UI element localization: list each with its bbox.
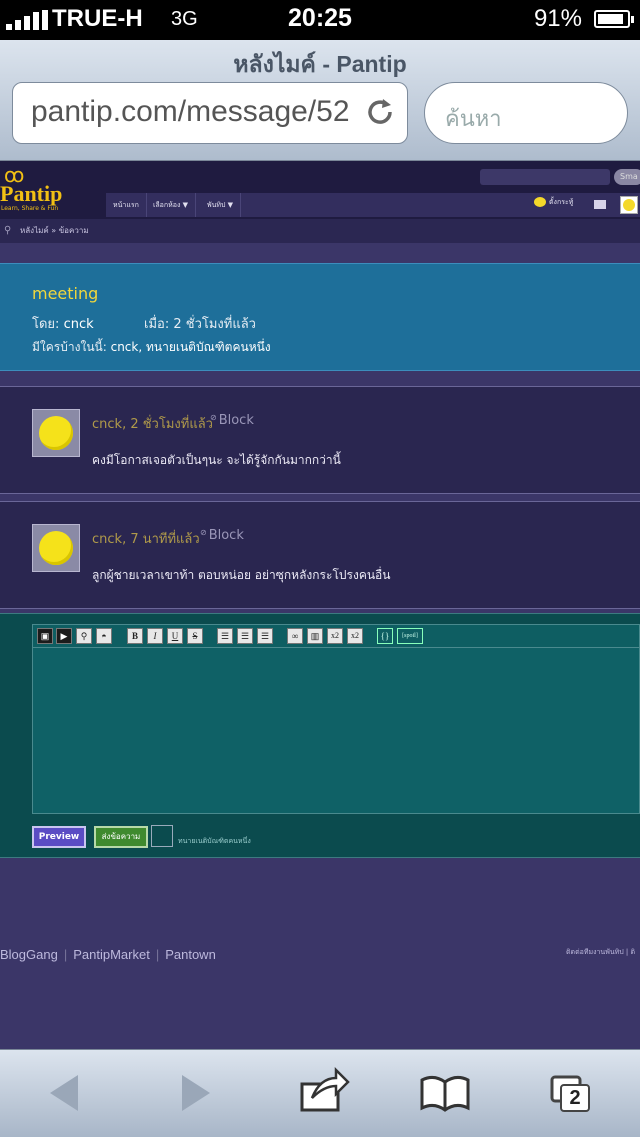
topic-author: โดย: cnck (32, 313, 94, 334)
site-search-button[interactable]: Sma (614, 169, 640, 185)
new-topic-link[interactable]: ตั้งกระทู้ (534, 197, 573, 208)
logo-word: Pantip (0, 181, 63, 206)
insert-video-icon[interactable]: ▶ (56, 628, 72, 644)
insert-emoticon-icon[interactable]: ◓ (96, 628, 112, 644)
author-name[interactable]: cnck (64, 317, 94, 332)
send-button[interactable]: ส่งข้อความ (94, 826, 148, 848)
footer-links: BlogGang | PantipMarket | Pantown (0, 947, 216, 962)
comment-meta: cnck, 2 ชั่วโมงที่แล้ว (92, 417, 213, 432)
footer-link-pantipmarket[interactable]: PantipMarket (73, 947, 150, 962)
participants-names[interactable]: cnck, ทนายเนติบัณฑิตคนหนึ่ง (111, 340, 271, 354)
topic-title: meeting (32, 284, 99, 303)
link-icon[interactable]: ∞ (287, 628, 303, 644)
site-nav: หน้าแรก เลือกห้อง ▼ พันทิป ▼ ตั้งกระทู้ (106, 193, 640, 217)
address-bar[interactable]: pantip.com/message/52 (12, 82, 408, 144)
table-icon[interactable]: ▥ (307, 628, 323, 644)
time-value: 2 ชั่วโมงที่แล้ว (173, 317, 256, 332)
message-topic: meeting โดย: cnck เมื่อ: 2 ชั่วโมงที่แล้… (0, 263, 640, 371)
topic-participants: มีใครบ้างในนี้: cnck, ทนายเนติบัณฑิตคนหน… (32, 338, 271, 357)
comment-item: cnck, 2 ชั่วโมงที่แล้ว Block คงมีโอกาสเจ… (0, 386, 640, 494)
align-right-icon[interactable]: ☰ (257, 628, 273, 644)
browser-bottom-bar (0, 1049, 640, 1137)
strike-button[interactable]: S (187, 628, 203, 644)
footer-contact[interactable]: ติดต่อทีมงานพันทิป | ติ (566, 947, 635, 958)
tab-count[interactable]: 2 (560, 1084, 590, 1112)
back-icon[interactable] (44, 1050, 86, 1137)
page-title: หลังไมค์ - Pantip (233, 51, 407, 77)
location-pin-icon: ⚲ (4, 225, 12, 236)
web-page: ꝏ Pantip Learn, Share & Fun Sma หน้าแรก … (0, 161, 640, 1049)
comment-avatar[interactable] (32, 409, 80, 457)
block-link[interactable]: Block (200, 528, 244, 543)
message-textarea[interactable] (32, 648, 640, 814)
post-as-avatar[interactable] (151, 825, 173, 847)
pantip-logo[interactable]: ꝏ Pantip Learn, Share & Fun (0, 163, 80, 215)
nav-pantip[interactable]: พันทิป ▼ (200, 193, 242, 217)
subscript-button[interactable]: x2 (347, 628, 363, 644)
nav-choose-room[interactable]: เลือกห้อง ▼ (146, 193, 196, 217)
code-button[interactable]: {} (377, 628, 393, 644)
bold-button[interactable]: B (127, 628, 143, 644)
battery-percent: 91% (533, 5, 582, 32)
topic-time: เมื่อ: 2 ชั่วโมงที่แล้ว (144, 313, 256, 334)
user-avatar[interactable] (620, 196, 638, 214)
url-text: pantip.com/message/52 (31, 95, 350, 128)
search-placeholder: ค้นหา (445, 107, 502, 132)
site-search-input[interactable] (480, 169, 610, 185)
smiley-icon (534, 197, 546, 207)
insert-map-icon[interactable]: ⚲ (76, 628, 92, 644)
comment-meta: cnck, 7 นาทีที่แล้ว (92, 532, 200, 547)
underline-button[interactable]: U (167, 628, 183, 644)
align-left-icon[interactable]: ☰ (217, 628, 233, 644)
forward-icon[interactable] (174, 1050, 216, 1137)
italic-button[interactable]: I (147, 628, 163, 644)
comment-avatar[interactable] (32, 524, 80, 572)
reply-editor: ▣ ▶ ⚲ ◓ B I U S ☰ ☰ ☰ ∞ ▥ x2 x2 {} [spoi… (0, 613, 640, 858)
post-as-name: ทนายเนติบัณฑิตคนหนึ่ง (178, 837, 251, 845)
battery-icon (594, 10, 634, 28)
author-label: โดย: (32, 317, 60, 332)
breadcrumb-text[interactable]: หลังไมค์ » ข้อความ (20, 219, 89, 243)
status-bar: TRUE-H 3G 20:25 91% (0, 0, 640, 40)
browser-top-bar: หลังไมค์ - Pantip pantip.com/message/52 … (0, 40, 640, 161)
breadcrumb: ⚲ หลังไมค์ » ข้อความ (0, 219, 640, 243)
search-input[interactable]: ค้นหา (424, 82, 628, 144)
superscript-button[interactable]: x2 (327, 628, 343, 644)
comment-text: ลูกผู้ชายเวลาเขาท้า ตอบหน่อย อย่าซุกหลัง… (92, 568, 391, 582)
bookmarks-icon[interactable] (418, 1050, 472, 1137)
footer-link-bloggang[interactable]: BlogGang (0, 947, 58, 962)
logo-tagline: Learn, Share & Fun (1, 205, 59, 212)
participants-label: มีใครบ้างในนี้: (32, 340, 107, 354)
reload-icon[interactable] (363, 95, 397, 129)
insert-image-icon[interactable]: ▣ (37, 628, 53, 644)
time-label: เมื่อ: (144, 317, 170, 332)
new-topic-label: ตั้งกระทู้ (549, 198, 574, 206)
editor-toolbar: ▣ ▶ ⚲ ◓ B I U S ☰ ☰ ☰ ∞ ▥ x2 x2 {} [spoi… (32, 624, 640, 648)
comment-item: cnck, 7 นาทีที่แล้ว Block ลูกผู้ชายเวลาเ… (0, 501, 640, 609)
spoil-button[interactable]: [spoil] (397, 628, 423, 644)
mail-icon[interactable] (594, 200, 606, 209)
comment-text: คงมีโอกาสเจอตัวเป็นๆนะ จะได้รู้จักกันมาก… (92, 453, 341, 467)
share-icon[interactable] (298, 1050, 352, 1137)
nav-home[interactable]: หน้าแรก (106, 193, 147, 217)
block-link[interactable]: Block (210, 413, 254, 428)
footer-link-pantown[interactable]: Pantown (165, 947, 216, 962)
preview-button[interactable]: Preview (32, 826, 86, 848)
site-header: ꝏ Pantip Learn, Share & Fun Sma หน้าแรก … (0, 161, 640, 219)
align-center-icon[interactable]: ☰ (237, 628, 253, 644)
